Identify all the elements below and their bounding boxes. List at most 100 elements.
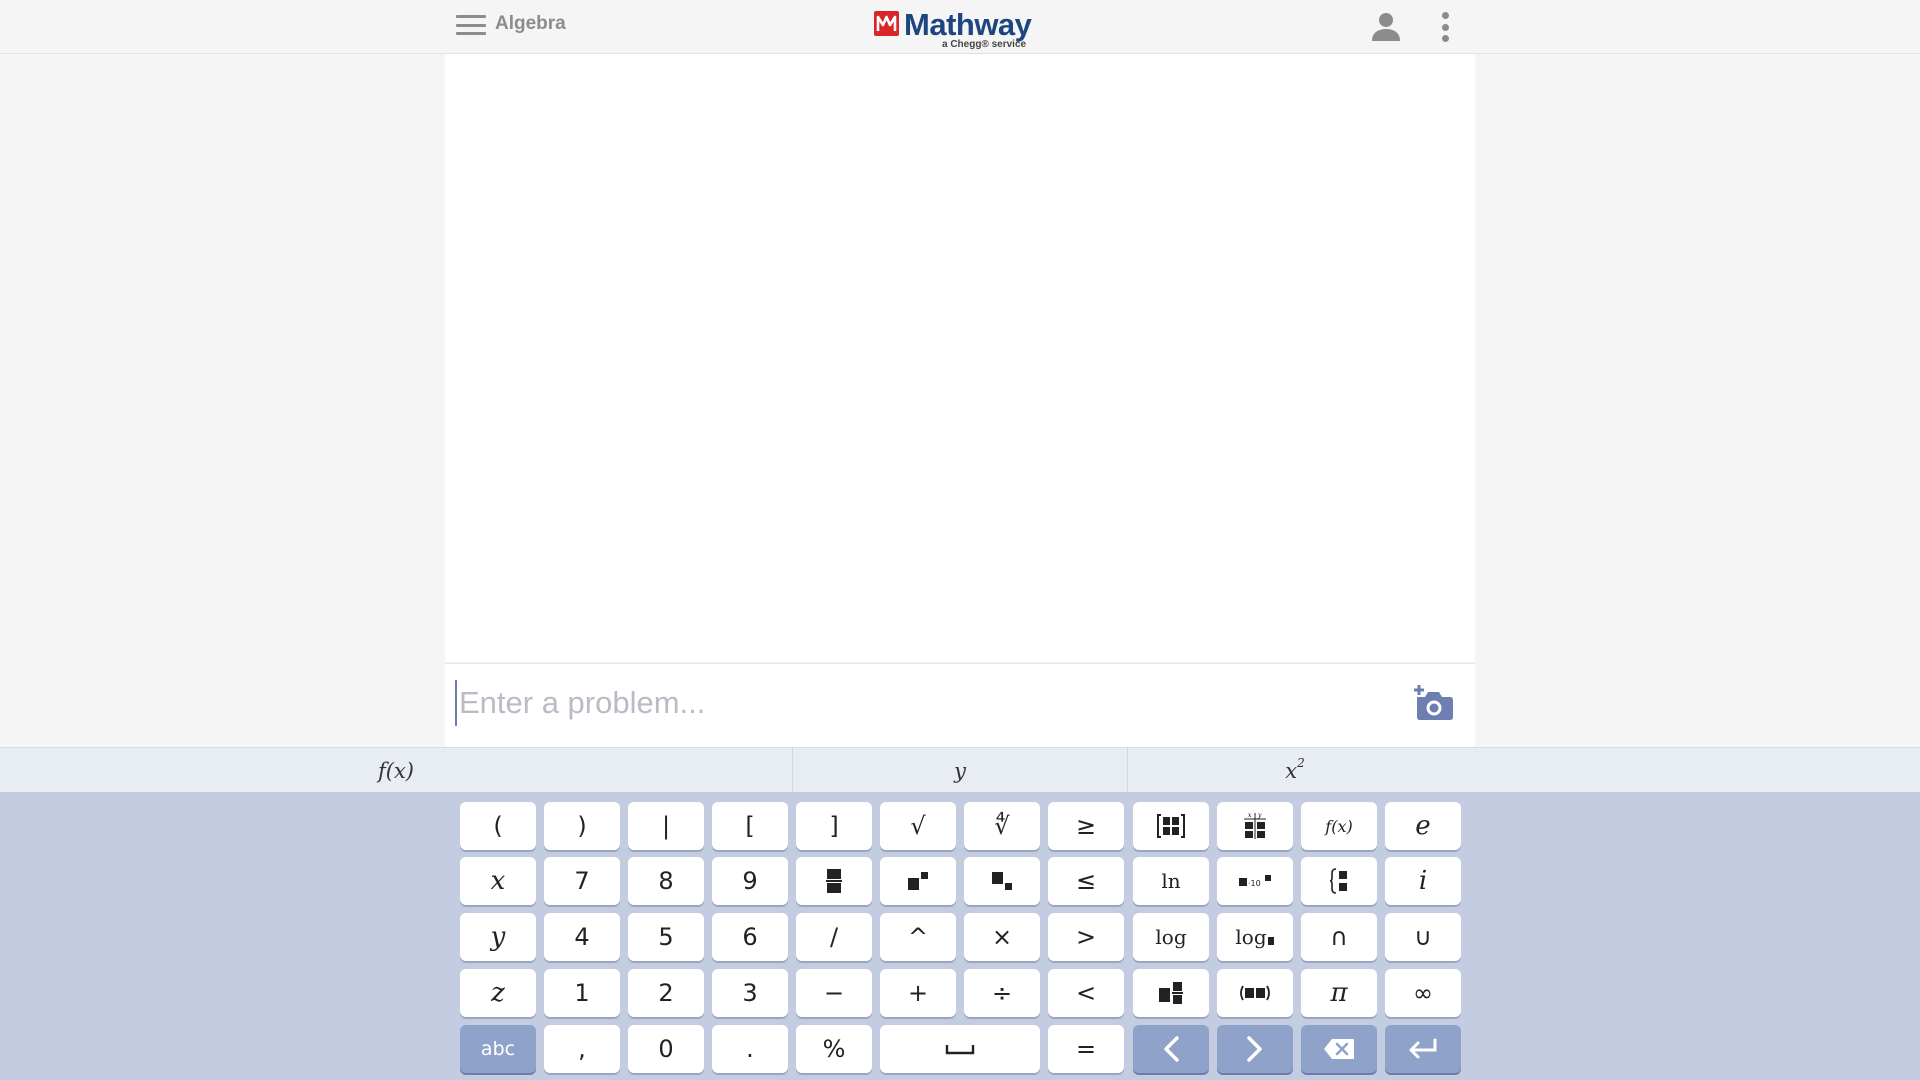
subscript-icon — [992, 872, 1012, 890]
key-greater-than[interactable]: > — [1048, 913, 1124, 961]
key-y[interactable]: y — [460, 913, 536, 961]
key-1[interactable]: 1 — [544, 969, 620, 1017]
tab-variables[interactable]: y — [792, 748, 1127, 793]
mathway-logo[interactable]: Mathway a Chegg® service — [874, 8, 1044, 52]
piecewise-icon — [1329, 868, 1347, 894]
superscript-icon — [908, 872, 928, 890]
key-minus[interactable]: − — [796, 969, 872, 1017]
key-superscript[interactable] — [880, 857, 956, 905]
key-imaginary-i[interactable]: i — [1385, 857, 1461, 905]
key-subscript[interactable] — [964, 857, 1040, 905]
key-comma[interactable]: , — [544, 1025, 620, 1073]
subject-selector[interactable]: Algebra — [495, 13, 566, 35]
key-decimal-point[interactable]: . — [712, 1025, 788, 1073]
backspace-icon — [1324, 1039, 1354, 1059]
key-greater-equal[interactable]: ≥ — [1048, 802, 1124, 850]
key-system-of-equations[interactable]: x y — [1217, 802, 1293, 850]
key-6[interactable]: 6 — [712, 913, 788, 961]
key-log-base-label: log — [1235, 925, 1267, 949]
key-8[interactable]: 8 — [628, 857, 704, 905]
key-infinity[interactable]: ∞ — [1385, 969, 1461, 1017]
scientific-notation-icon: ·10 — [1239, 875, 1271, 888]
key-intersection[interactable]: ∩ — [1301, 913, 1377, 961]
enter-icon — [1409, 1038, 1437, 1059]
key-equals[interactable]: = — [1048, 1025, 1124, 1073]
key-right-paren[interactable]: ) — [544, 802, 620, 850]
key-5[interactable]: 5 — [628, 913, 704, 961]
math-keypad: ( ) | [ ] √ ∜ ≥ x y f(x) e x 7 8 9 ≤ ln … — [0, 792, 1920, 1080]
chat-area — [445, 54, 1475, 662]
key-left-paren[interactable]: ( — [460, 802, 536, 850]
key-fraction[interactable] — [796, 857, 872, 905]
key-square-root[interactable]: √ — [880, 802, 956, 850]
problem-input-row — [445, 663, 1475, 747]
mixed-number-icon — [1159, 982, 1183, 1004]
svg-text:y: y — [1257, 812, 1262, 819]
key-ln[interactable]: ln — [1133, 857, 1209, 905]
problem-input[interactable] — [455, 680, 1375, 726]
key-enter[interactable] — [1385, 1025, 1461, 1073]
key-log[interactable]: log — [1133, 913, 1209, 961]
key-abc-toggle[interactable]: abc — [460, 1025, 536, 1073]
tab-exponents[interactable]: x2 — [1127, 748, 1462, 793]
matrix-icon — [1157, 814, 1185, 838]
ordered-pair-icon — [1240, 985, 1270, 1001]
svg-text:x: x — [1248, 812, 1252, 819]
key-mixed-number[interactable] — [1133, 969, 1209, 1017]
fraction-icon — [826, 869, 842, 893]
key-less-equal[interactable]: ≤ — [1048, 857, 1124, 905]
key-cursor-left[interactable] — [1133, 1025, 1209, 1073]
chevron-right-icon — [1247, 1036, 1262, 1062]
key-matrix[interactable] — [1133, 802, 1209, 850]
key-divide[interactable]: ÷ — [964, 969, 1040, 1017]
space-icon — [945, 1045, 975, 1055]
key-backspace[interactable] — [1301, 1025, 1377, 1073]
key-nth-root[interactable]: ∜ — [964, 802, 1040, 850]
key-log-base[interactable]: log — [1217, 913, 1293, 961]
key-space[interactable] — [880, 1025, 1040, 1073]
key-caret[interactable]: ^ — [880, 913, 956, 961]
more-options-icon[interactable] — [1438, 12, 1452, 42]
tab-functions-label: f(x) — [377, 758, 414, 783]
key-absolute-value[interactable]: | — [628, 802, 704, 850]
key-union[interactable]: ∪ — [1385, 913, 1461, 961]
key-2[interactable]: 2 — [628, 969, 704, 1017]
chevron-left-icon — [1164, 1036, 1179, 1062]
top-bar: Algebra Mathway a Chegg® service — [0, 0, 1920, 54]
key-7[interactable]: 7 — [544, 857, 620, 905]
key-z[interactable]: z — [460, 969, 536, 1017]
key-x[interactable]: x — [460, 857, 536, 905]
key-scientific-notation[interactable]: ·10 — [1217, 857, 1293, 905]
key-piecewise[interactable] — [1301, 857, 1377, 905]
key-less-than[interactable]: < — [1048, 969, 1124, 1017]
key-right-bracket[interactable]: ] — [796, 802, 872, 850]
key-function[interactable]: f(x) — [1301, 802, 1377, 850]
key-euler-e[interactable]: e — [1385, 802, 1461, 850]
key-9[interactable]: 9 — [712, 857, 788, 905]
log-base-box-icon — [1267, 937, 1274, 945]
user-account-icon[interactable] — [1370, 10, 1402, 42]
keyboard-tabs: f(x) y x2 — [0, 747, 1920, 793]
key-percent[interactable]: % — [796, 1025, 872, 1073]
mathway-logo-mark-icon — [874, 11, 899, 36]
tab-functions[interactable]: f(x) — [0, 748, 792, 793]
logo-text: Mathway — [904, 7, 1032, 42]
hamburger-menu-icon[interactable] — [456, 14, 486, 36]
key-ordered-pair[interactable] — [1217, 969, 1293, 1017]
tab-variables-label: y — [954, 758, 966, 783]
key-cursor-right[interactable] — [1217, 1025, 1293, 1073]
key-plus[interactable]: + — [880, 969, 956, 1017]
key-slash[interactable]: / — [796, 913, 872, 961]
tab-exponents-sup: 2 — [1297, 755, 1305, 770]
key-4[interactable]: 4 — [544, 913, 620, 961]
logo-subtitle: a Chegg® service — [942, 39, 1027, 50]
key-pi[interactable]: π — [1301, 969, 1377, 1017]
tab-exponents-label: x — [1285, 758, 1298, 783]
system-table-icon: x y — [1244, 812, 1266, 839]
key-multiply[interactable]: × — [964, 913, 1040, 961]
camera-icon[interactable] — [1412, 684, 1454, 722]
key-left-bracket[interactable]: [ — [712, 802, 788, 850]
svg-text:·10: ·10 — [1248, 879, 1261, 888]
key-0[interactable]: 0 — [628, 1025, 704, 1073]
key-3[interactable]: 3 — [712, 969, 788, 1017]
